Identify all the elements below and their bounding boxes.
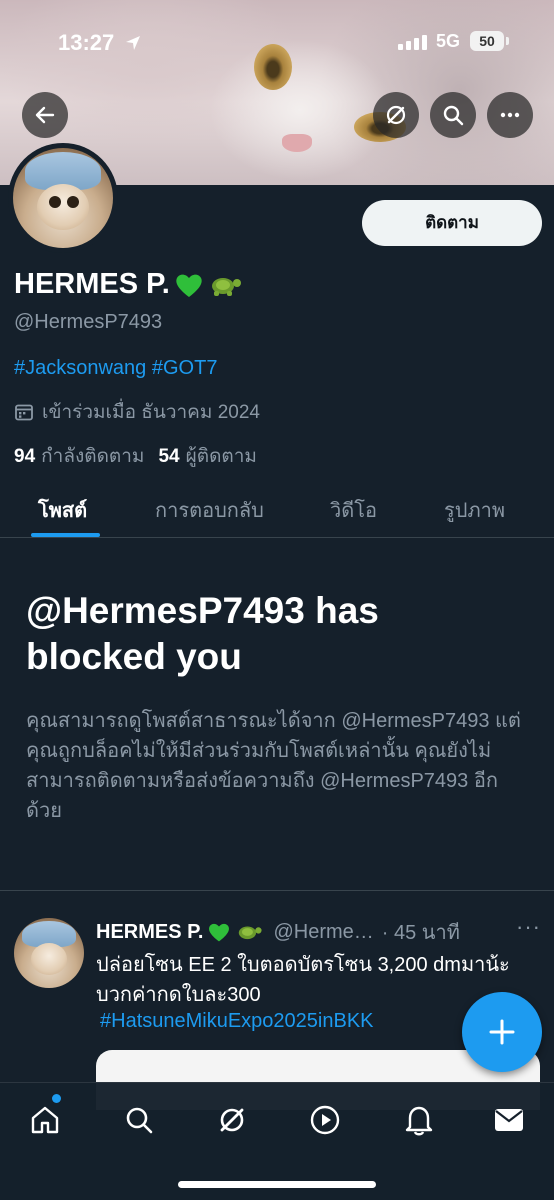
- followers-label: ผู้ติดตาม: [185, 446, 257, 467]
- play-circle-icon: [310, 1105, 340, 1135]
- search-icon: [443, 105, 464, 126]
- plus-icon: [489, 1019, 515, 1045]
- search-button[interactable]: [430, 92, 476, 138]
- tweet-more-button[interactable]: ···: [516, 914, 541, 940]
- tweet-header: HERMES P. @Herme… · 45 นาที: [96, 916, 460, 948]
- following-label: กำลังติดตาม: [41, 446, 145, 467]
- back-arrow-icon: [35, 106, 55, 124]
- follow-button[interactable]: ติดตาม: [362, 200, 542, 246]
- blocked-title: @HermesP7493 has blocked you: [26, 590, 379, 677]
- tweet-time: · 45 นาที: [381, 922, 460, 944]
- tweet-text: ปล่อยโซน EE 2 ใบตอดบัตรโซน 3,200 dmมาน้ะ…: [96, 954, 510, 1006]
- more-icon: [500, 112, 520, 118]
- nav-grok[interactable]: [209, 1097, 255, 1143]
- tab-photos[interactable]: รูปภาพ: [444, 494, 505, 526]
- profile-handle: @HermesP7493: [14, 311, 163, 333]
- nav-search[interactable]: [116, 1097, 162, 1143]
- back-button[interactable]: [22, 92, 68, 138]
- avatar-eye-left: [49, 196, 61, 208]
- tab-replies[interactable]: การตอบกลับ: [155, 494, 264, 526]
- battery-icon: 50: [470, 31, 504, 51]
- turtle-icon: [211, 277, 241, 296]
- avatar-eye-right: [67, 196, 79, 208]
- profile-tabs: โพสต์ การตอบกลับ วิดีโอ รูปภาพ: [0, 478, 554, 538]
- home-icon: [31, 1106, 59, 1134]
- home-notification-dot: [52, 1094, 61, 1103]
- avatar-face: [37, 184, 89, 230]
- followers-count: 54: [158, 446, 180, 467]
- followers-link[interactable]: 54 ผู้ติดตาม: [158, 441, 256, 471]
- search-icon: [126, 1107, 153, 1134]
- tab-videos[interactable]: วิดีโอ: [330, 494, 377, 526]
- grok-icon: [220, 1108, 244, 1132]
- tweet-author-handle[interactable]: @Herme…: [273, 921, 373, 944]
- turtle-icon: [239, 926, 263, 940]
- follow-counts: 94 กำลังติดตาม 54 ผู้ติดตาม: [14, 441, 257, 471]
- tab-posts[interactable]: โพสต์: [38, 494, 87, 526]
- bell-icon: [405, 1106, 433, 1136]
- nav-messages[interactable]: [486, 1097, 532, 1143]
- cellular-signal-icon: [398, 35, 427, 50]
- home-indicator: [178, 1181, 376, 1188]
- grok-icon: [386, 105, 406, 125]
- display-name-text: HERMES P.: [14, 268, 170, 300]
- profile-avatar[interactable]: [8, 143, 118, 253]
- green-heart-icon: [176, 274, 202, 297]
- following-link[interactable]: 94 กำลังติดตาม: [14, 441, 144, 471]
- calendar-icon: [15, 404, 33, 421]
- nav-home[interactable]: [22, 1097, 68, 1143]
- location-arrow-icon: [126, 36, 140, 50]
- nav-notifications[interactable]: [396, 1097, 442, 1143]
- tweet-author-name[interactable]: HERMES P.: [96, 921, 203, 944]
- grok-button[interactable]: [373, 92, 419, 138]
- avatar-image: [13, 148, 113, 248]
- envelope-icon: [495, 1109, 523, 1131]
- nav-video[interactable]: [302, 1097, 348, 1143]
- status-time: 13:27: [58, 30, 115, 55]
- profile-bio[interactable]: #Jacksonwang #GOT7: [14, 357, 217, 380]
- blocked-description: คุณสามารถดูโพสต์สาธารณะได้จาก @HermesP74…: [26, 710, 521, 822]
- joined-text: เข้าร่วมเมื่อ ธันวาคม 2024: [42, 402, 260, 423]
- following-count: 94: [14, 446, 36, 467]
- divider: [0, 890, 554, 891]
- tweet-avatar-face: [30, 943, 68, 976]
- green-heart-icon: [209, 923, 230, 942]
- banner-cat-nose: [282, 134, 312, 152]
- tweet-avatar[interactable]: [14, 918, 84, 988]
- compose-button[interactable]: [462, 992, 542, 1072]
- more-button[interactable]: [487, 92, 533, 138]
- display-name: HERMES P.: [14, 268, 242, 301]
- battery-tip: [506, 37, 509, 45]
- joined-date: เข้าร่วมเมื่อ ธันวาคม 2024: [14, 397, 260, 427]
- active-tab-indicator: [31, 533, 100, 537]
- network-type: 5G: [436, 31, 461, 51]
- status-bar: 13:27 5G 50: [0, 0, 554, 84]
- tweet-hashtag[interactable]: #HatsuneMikuExpo2025inBKK: [100, 1010, 374, 1033]
